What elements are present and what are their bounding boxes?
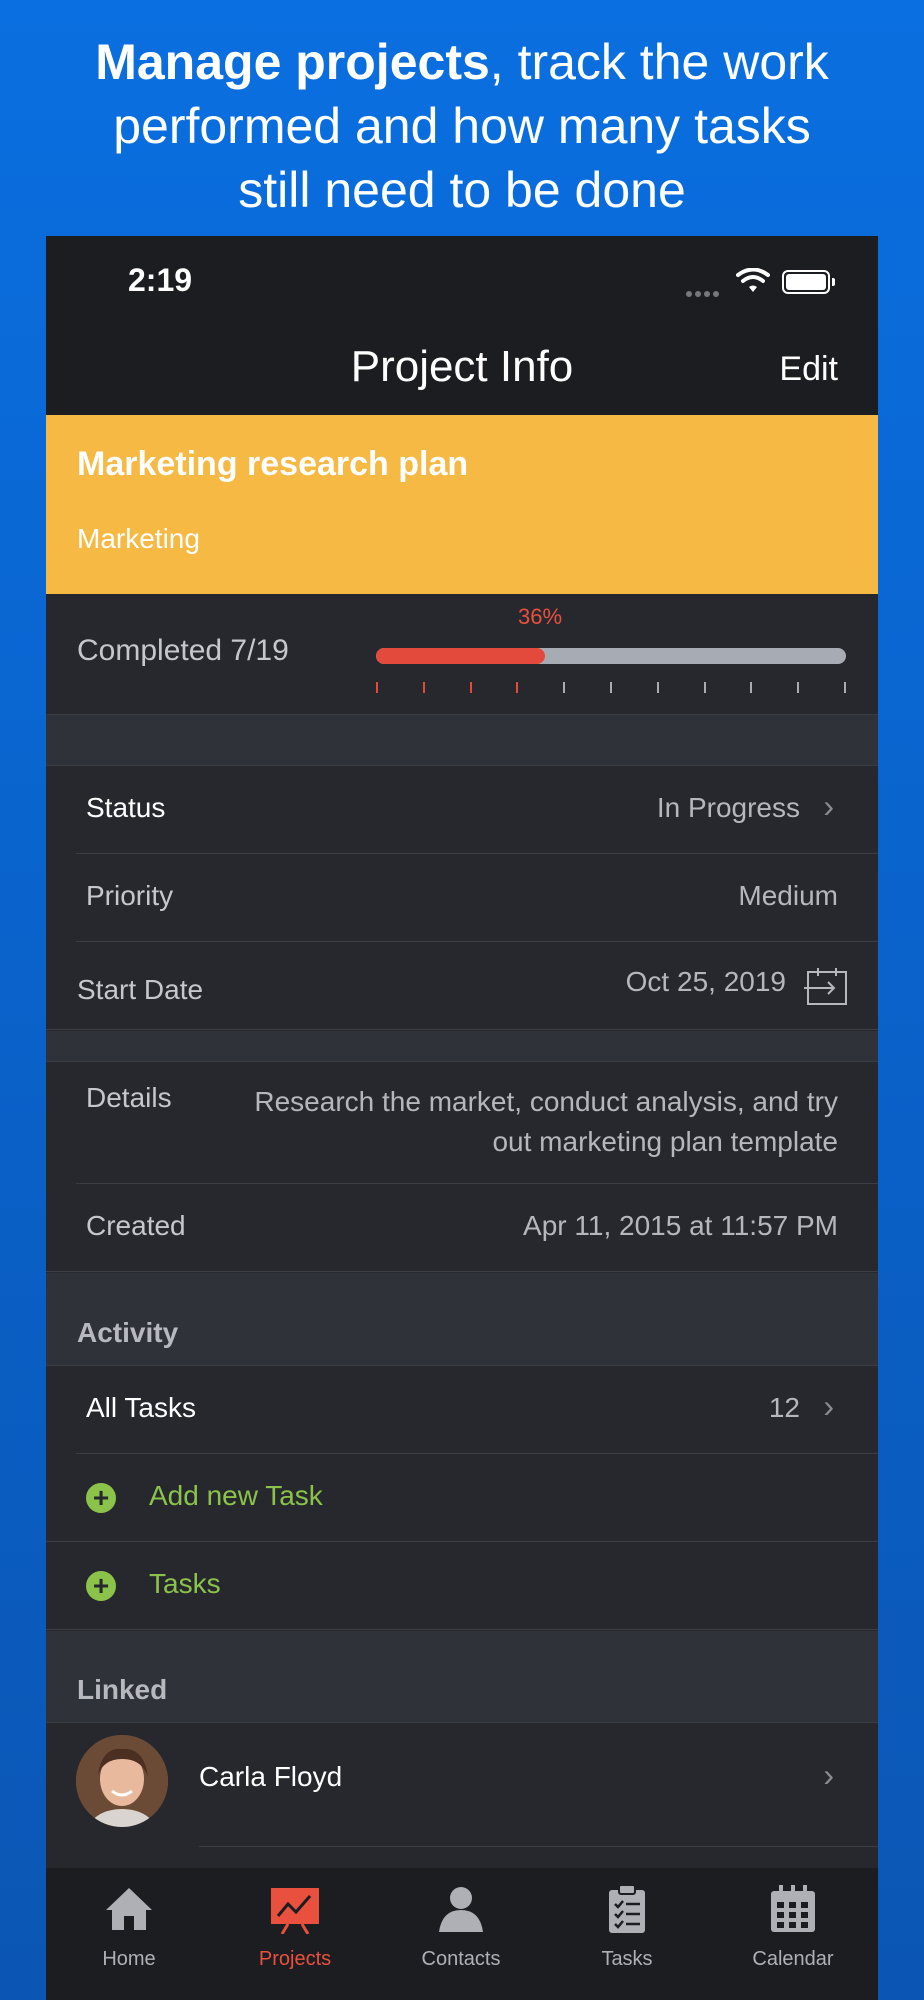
navigation-bar: Project Info Edit [46, 328, 878, 415]
progress-tick [516, 682, 519, 693]
progress-tick [422, 682, 425, 693]
priority-row[interactable]: Priority Medium [46, 854, 878, 942]
tab-home-label: Home [102, 1948, 156, 1970]
status-value: In Progress [656, 792, 800, 823]
start-date-row[interactable]: Start Date Oct 25, 2019 [46, 942, 878, 1030]
wifi-icon [736, 268, 770, 292]
projects-icon [271, 1888, 319, 1934]
tab-tasks[interactable]: Tasks [544, 1868, 710, 2000]
priority-value: Medium [738, 880, 838, 911]
start-date-value: Oct 25, 2019 [625, 966, 786, 997]
tab-calendar[interactable]: Calendar [710, 1868, 876, 2000]
created-value: Apr 11, 2015 at 11:57 PM [523, 1210, 838, 1241]
tasks-row[interactable]: + Tasks [46, 1542, 878, 1630]
details-label: Details [86, 1082, 172, 1113]
completed-label: Completed 7/19 [77, 634, 289, 667]
tasks-label: Tasks [149, 1568, 221, 1599]
headline-rest: , track the work [489, 34, 829, 90]
chevron-right-icon: › [823, 1388, 834, 1424]
add-icon: + [86, 1571, 116, 1601]
tab-tasks-label: Tasks [601, 1948, 653, 1970]
details-row: Details Research the market, conduct ana… [46, 1062, 878, 1184]
headline-line2: performed and how many tasks [113, 98, 811, 154]
all-tasks-row[interactable]: All Tasks 12 › [46, 1366, 878, 1454]
activity-header-label: Activity [77, 1317, 179, 1348]
home-icon [106, 1888, 152, 1930]
headline-line3: still need to be done [238, 162, 686, 218]
progress-tick [563, 682, 566, 693]
battery-icon [782, 270, 835, 294]
contact-name: Carla Floyd [199, 1761, 343, 1792]
section-spacer [46, 715, 878, 766]
all-tasks-label: All Tasks [86, 1392, 196, 1423]
progress-tick [750, 682, 753, 693]
priority-label: Priority [86, 880, 174, 911]
start-date-label: Start Date [77, 974, 204, 1005]
progress-tick [610, 682, 612, 693]
clipboard-icon [609, 1884, 645, 1933]
progress-tick [703, 682, 706, 693]
created-label: Created [86, 1210, 186, 1241]
section-spacer [46, 1031, 878, 1062]
tab-bar: Home Projects Contacts Tasks Calendar [46, 1868, 878, 2000]
details-line-1: Research the market, conduct analysis, a… [254, 1086, 838, 1117]
calendar-icon [771, 1885, 815, 1932]
chevron-right-icon: › [823, 788, 834, 824]
activity-header: Activity [46, 1273, 878, 1366]
progress-tick [797, 682, 800, 693]
progress-fill [376, 648, 546, 664]
progress-bar [376, 648, 846, 664]
linked-contact-row[interactable]: Carla Floyd › [46, 1723, 878, 1863]
tab-projects[interactable]: Projects [212, 1868, 378, 2000]
tab-calendar-label: Calendar [752, 1948, 834, 1970]
status-time: 2:19 [128, 262, 193, 298]
avatar [76, 1735, 168, 1827]
all-tasks-count: 12 [768, 1392, 800, 1423]
edit-button[interactable]: Edit [779, 350, 838, 389]
status-row[interactable]: Status In Progress › [46, 766, 878, 854]
project-title: Marketing research plan [77, 445, 469, 483]
progress-ticks [376, 682, 846, 694]
contacts-icon [439, 1887, 483, 1932]
project-banner: Marketing research plan Marketing [46, 415, 878, 594]
add-icon: + [86, 1483, 116, 1513]
progress-tick [469, 682, 472, 693]
created-row: Created Apr 11, 2015 at 11:57 PM [46, 1184, 878, 1272]
tab-projects-label: Projects [258, 1948, 332, 1970]
status-label: Status [86, 792, 166, 823]
tab-contacts-label: Contacts [421, 1948, 501, 1970]
calendar-export-icon[interactable] [804, 966, 850, 1006]
page-title: Project Info [350, 342, 574, 391]
project-category: Marketing [77, 523, 200, 554]
chevron-right-icon: › [823, 1757, 834, 1793]
tab-contacts[interactable]: Contacts [378, 1868, 544, 2000]
details-text: Research the market, conduct analysis, a… [254, 1082, 838, 1162]
progress-tick [376, 682, 378, 693]
linked-header: Linked [46, 1631, 878, 1723]
status-bar: 2:19 [46, 236, 878, 328]
add-task-row[interactable]: + Add new Task [46, 1454, 878, 1542]
phone-screen: 2:19 Project Info Edit Marketing researc… [46, 236, 878, 2000]
headline-bold: Manage projects [95, 34, 490, 90]
details-line-2: out marketing plan template [492, 1126, 838, 1157]
progress-tick [656, 682, 659, 693]
promo-headline: Manage projects, track the work performe… [0, 30, 924, 222]
tab-home[interactable]: Home [46, 1868, 212, 2000]
add-task-label: Add new Task [149, 1480, 323, 1511]
percent-label: 36% [518, 604, 563, 629]
linked-header-label: Linked [77, 1674, 168, 1705]
progress-tick [844, 682, 846, 693]
progress-row: Completed 7/19 36% [46, 594, 878, 715]
signal-icon [686, 284, 722, 302]
